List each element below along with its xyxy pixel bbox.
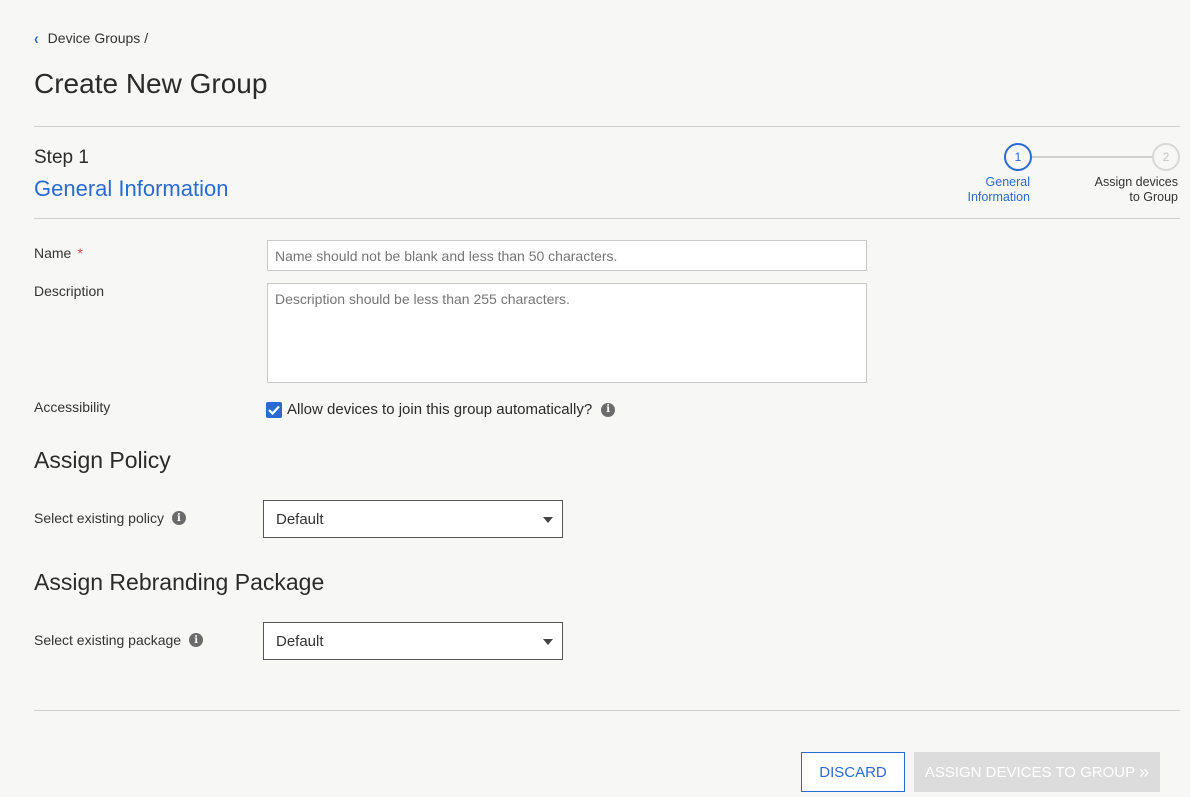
divider <box>34 218 1180 219</box>
description-input[interactable] <box>267 283 867 383</box>
stepper: 1 2 General Information Assign devices t… <box>940 143 1190 213</box>
description-label: Description <box>34 283 105 299</box>
stepper-step-2-label: Assign devices to Group <box>1094 175 1178 204</box>
assign-policy-title: Assign Policy <box>34 447 171 473</box>
stepper-step-1-label: General Information <box>967 175 1030 204</box>
name-input[interactable] <box>267 240 867 271</box>
stepper-step-2-circle: 2 <box>1152 143 1180 171</box>
accessibility-row: Allow devices to join this group automat… <box>266 401 616 418</box>
package-select-label: Select existing package i <box>34 632 204 648</box>
policy-select-value: Default <box>276 510 324 528</box>
assign-rebranding-title: Assign Rebranding Package <box>34 569 325 595</box>
step-number: Step 1 <box>34 147 89 168</box>
policy-select-label-text: Select existing policy <box>34 510 164 526</box>
package-select-label-text: Select existing package <box>34 632 182 648</box>
policy-select-label: Select existing policy i <box>34 510 186 526</box>
double-chevron-right-icon: » <box>1139 761 1150 782</box>
accessibility-checkbox-label[interactable]: Allow devices to join this group automat… <box>287 401 592 418</box>
required-marker: * <box>77 245 83 261</box>
assign-devices-button[interactable]: ASSIGN DEVICES TO GROUP » <box>914 752 1160 792</box>
breadcrumb-device-groups[interactable]: Device Groups <box>48 30 141 46</box>
accessibility-label: Accessibility <box>34 399 111 415</box>
breadcrumb: ‹ Device Groups / <box>34 28 149 47</box>
discard-button[interactable]: DISCARD <box>801 752 905 792</box>
stepper-step-1-circle: 1 <box>1004 143 1032 171</box>
info-icon[interactable]: i <box>189 633 204 647</box>
check-icon <box>268 405 280 415</box>
accessibility-checkbox[interactable] <box>266 401 282 418</box>
name-label: Name * <box>34 245 83 261</box>
stepper-connector <box>1031 156 1153 158</box>
breadcrumb-separator: / <box>144 30 149 46</box>
package-select-value: Default <box>276 632 324 650</box>
info-icon[interactable]: i <box>171 511 186 525</box>
caret-down-icon <box>543 639 553 645</box>
page-title: Create New Group <box>34 68 268 99</box>
caret-down-icon <box>543 517 553 523</box>
step-title: General Information <box>34 176 229 201</box>
divider <box>34 710 1180 711</box>
chevron-left-icon[interactable]: ‹ <box>34 28 39 47</box>
divider <box>34 126 1180 127</box>
package-select[interactable]: Default <box>263 622 563 660</box>
assign-devices-button-label: ASSIGN DEVICES TO GROUP <box>924 763 1136 781</box>
policy-select[interactable]: Default <box>263 500 563 538</box>
name-label-text: Name <box>34 245 72 261</box>
info-icon[interactable]: i <box>601 402 616 417</box>
